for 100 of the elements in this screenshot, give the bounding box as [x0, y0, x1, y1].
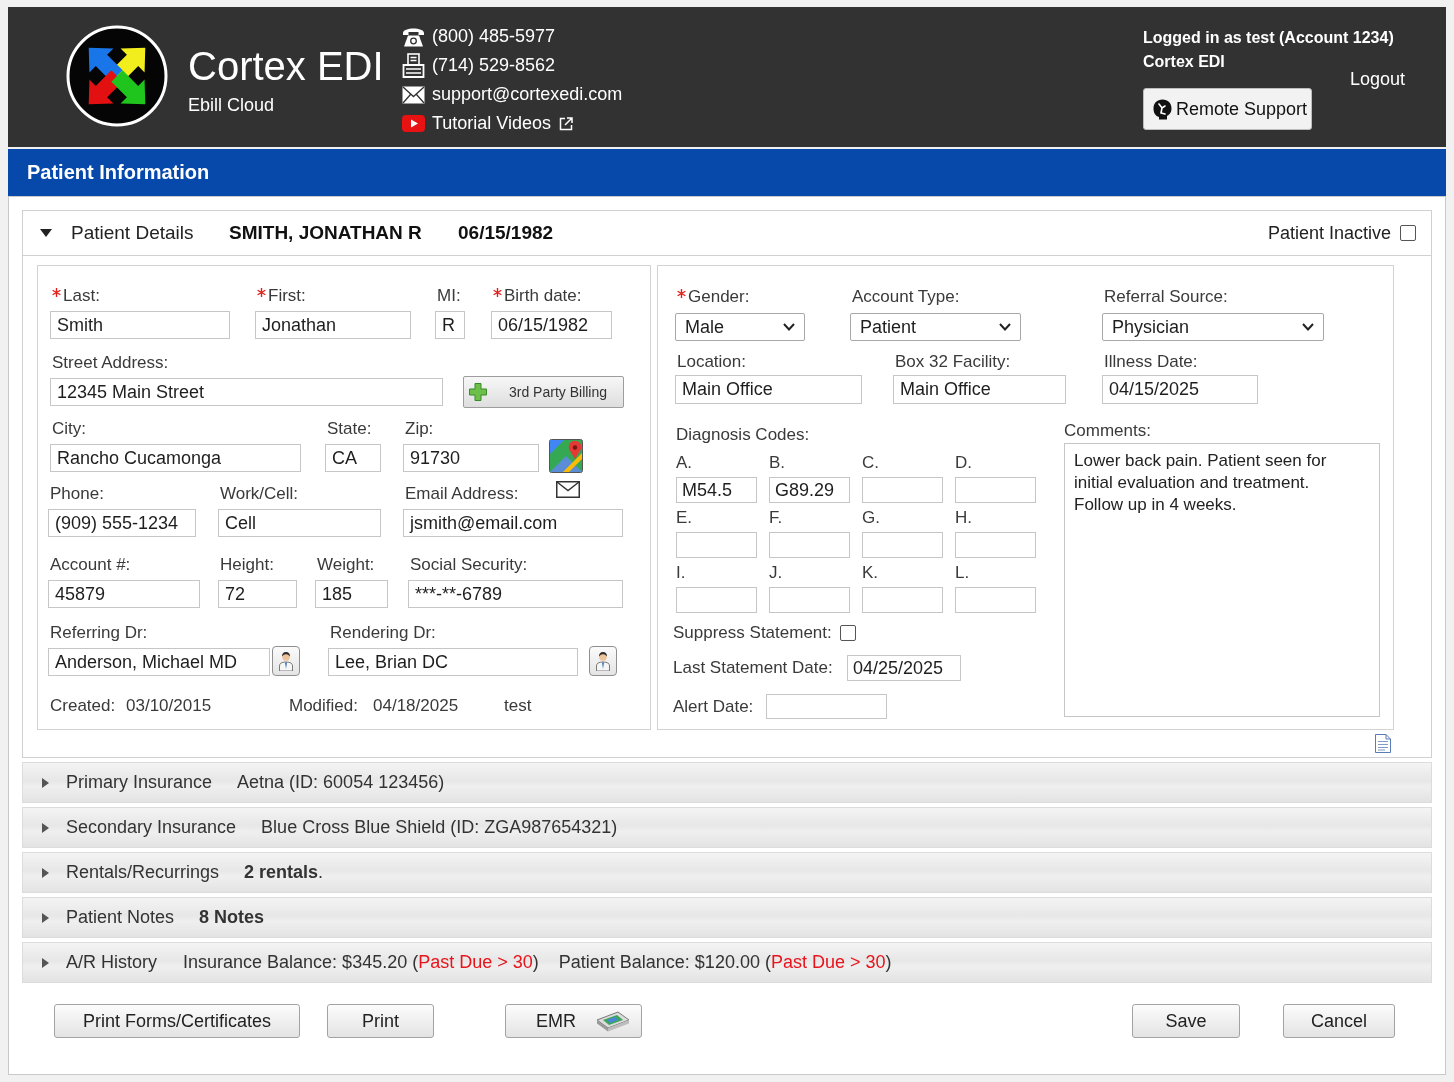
diagnosis-code-field[interactable]	[676, 587, 757, 613]
referral-source-label: Referral Source:	[1104, 287, 1228, 307]
balance-summary: Insurance Balance: $345.20 (Past Due > 30)	[183, 952, 539, 973]
document-icon[interactable]	[1375, 734, 1391, 753]
first-name-field[interactable]: Jonathan	[255, 311, 411, 339]
section-summary: 2 rentals.	[244, 862, 324, 883]
comments-field[interactable]: Lower back pain. Patient seen for initial evaluation and treatment. Follow up in 4 weeks.	[1064, 443, 1380, 717]
height-field[interactable]: 72	[218, 580, 297, 608]
social-security-field[interactable]: ***-**-6789	[408, 580, 623, 608]
contact-link[interactable]: (714) 529-8562	[432, 55, 556, 76]
location-field[interactable]: Main Office	[675, 375, 862, 404]
email-field[interactable]: jsmith@email.com	[403, 509, 623, 537]
print-forms-button[interactable]: Print Forms/Certificates	[54, 1004, 300, 1038]
zip-field[interactable]: 91730	[403, 444, 539, 472]
map-icon[interactable]	[549, 439, 583, 473]
accordion-header[interactable]: Primary Insurance Aetna (ID: 60054 123456)	[22, 762, 1432, 803]
caret-right-icon[interactable]	[42, 822, 49, 833]
modified-label: Modified:	[289, 696, 358, 716]
section-title: Primary Insurance	[66, 772, 213, 793]
brand-title: Cortex EDI	[188, 43, 384, 89]
remote-support-button[interactable]: Remote Support	[1143, 88, 1312, 130]
section-title: Patient Details	[71, 222, 195, 244]
location-label: Location:	[677, 352, 746, 372]
caret-right-icon[interactable]	[42, 777, 49, 788]
cancel-button[interactable]: Cancel	[1283, 1004, 1395, 1038]
print-button[interactable]: Print	[327, 1004, 434, 1038]
diagnosis-code-letter: F.	[769, 508, 783, 528]
last-name-label: Last:	[63, 286, 100, 306]
contact-link[interactable]: (800) 485-5977	[432, 26, 556, 47]
rendering-doctor-field[interactable]: Lee, Brian DC	[328, 648, 578, 676]
weight-field[interactable]: 185	[315, 580, 388, 608]
diagnosis-code-field[interactable]	[862, 587, 943, 613]
diagnosis-code-field[interactable]	[769, 532, 850, 558]
save-button[interactable]: Save	[1132, 1004, 1240, 1038]
diagnosis-code-field[interactable]: G89.29	[769, 477, 850, 503]
emr-button[interactable]: EMR	[505, 1004, 642, 1038]
diagnosis-code-letter: A.	[676, 453, 693, 473]
weight-label: Weight:	[317, 555, 375, 575]
last-statement-date-field[interactable]: 04/25/2025	[847, 655, 961, 681]
suppress-statement-label: Suppress Statement:	[673, 623, 832, 643]
diagnosis-code-field[interactable]: M54.5	[676, 477, 757, 503]
street-address-field[interactable]: 12345 Main Street	[50, 378, 443, 406]
diagnosis-code-letter: E.	[676, 508, 693, 528]
phone-label: Phone:	[50, 484, 104, 504]
social-security-label: Social Security:	[410, 555, 528, 575]
modified-by-user: test	[504, 696, 532, 716]
accordion-header[interactable]: Patient Details SMITH, JONATHAN R 06/15/1982 Patient Inactive	[23, 211, 1431, 256]
alert-date-field[interactable]	[766, 694, 887, 719]
accordion-header[interactable]: A/R History Insurance Balance: $345.20 (Past Due > 30) Patient Balance: $120.00 (Past Due > 30)	[22, 942, 1432, 983]
envelope-icon[interactable]	[556, 480, 581, 498]
birth-date-field[interactable]: 06/15/1982	[491, 311, 612, 339]
doctor-icon	[596, 651, 610, 671]
suppress-statement-checkbox[interactable]	[839, 625, 856, 641]
doctor-lookup-button[interactable]	[272, 646, 300, 676]
accordion-header[interactable]: Rentals/Recurrings 2 rentals.	[22, 852, 1432, 893]
diagnosis-code-field[interactable]	[955, 532, 1036, 558]
doctor-lookup-button[interactable]	[589, 646, 617, 676]
account-number-field[interactable]: 45879	[48, 580, 200, 608]
caret-down-icon[interactable]	[40, 229, 52, 237]
diagnosis-code-field[interactable]	[769, 587, 850, 613]
chevron-down-icon	[783, 323, 795, 331]
facility-field[interactable]: Main Office	[893, 375, 1066, 404]
city-field[interactable]: Rancho Cucamonga	[50, 444, 301, 472]
illness-date-field[interactable]: 04/15/2025	[1102, 375, 1258, 404]
third-party-billing-button[interactable]: 3rd Party Billing	[463, 376, 624, 408]
section-summary: Blue Cross Blue Shield (ID: ZGA987654321)	[261, 817, 618, 838]
diagnosis-code-field[interactable]	[676, 532, 757, 558]
alert-date-label: Alert Date:	[673, 696, 755, 717]
contact-link[interactable]: Tutorial Videos	[432, 113, 552, 134]
diagnosis-code-field[interactable]	[955, 587, 1036, 613]
envelope-icon	[402, 85, 425, 104]
diagnosis-code-letter: H.	[955, 508, 972, 528]
referring-doctor-field[interactable]: Anderson, Michael MD	[48, 648, 270, 676]
diagnosis-code-field[interactable]	[862, 532, 943, 558]
state-field[interactable]: CA	[325, 444, 381, 472]
diagnosis-code-field[interactable]	[955, 477, 1036, 503]
created-label: Created:	[50, 696, 116, 716]
work-cell-field[interactable]: Cell	[218, 509, 381, 537]
phone-field[interactable]: (909) 555-1234	[48, 509, 196, 537]
middle-initial-field[interactable]: R	[435, 311, 465, 339]
diagnosis-code-field[interactable]	[862, 477, 943, 503]
diagnosis-code-letter: J.	[769, 563, 783, 583]
accordion-header[interactable]: Patient Notes 8 Notes	[22, 897, 1432, 938]
diagnosis-code-letter: K.	[862, 563, 879, 583]
brand-subtitle: Ebill Cloud	[188, 94, 275, 116]
diagnosis-code-letter: D.	[955, 453, 972, 473]
diagnosis-code-letter: B.	[769, 453, 786, 473]
caret-right-icon[interactable]	[42, 867, 49, 878]
logout-link[interactable]: Logout	[1349, 69, 1405, 89]
accordion-header[interactable]: Secondary Insurance Blue Cross Blue Shield (ID: ZGA987654321)	[22, 807, 1432, 848]
caret-right-icon[interactable]	[42, 957, 49, 968]
last-name-field[interactable]: Smith	[50, 311, 230, 339]
referral-source-select[interactable]: Physician	[1102, 313, 1324, 341]
caret-right-icon[interactable]	[42, 912, 49, 923]
diagnosis-code-letter: G.	[862, 508, 880, 528]
gender-label: Gender:	[688, 287, 750, 307]
gender-select[interactable]: Male	[675, 313, 805, 341]
contact-link[interactable]: support@cortexedi.com	[432, 84, 623, 105]
patient-name: SMITH, JONATHAN R	[229, 222, 423, 244]
account-type-select[interactable]: Patient	[850, 313, 1021, 341]
